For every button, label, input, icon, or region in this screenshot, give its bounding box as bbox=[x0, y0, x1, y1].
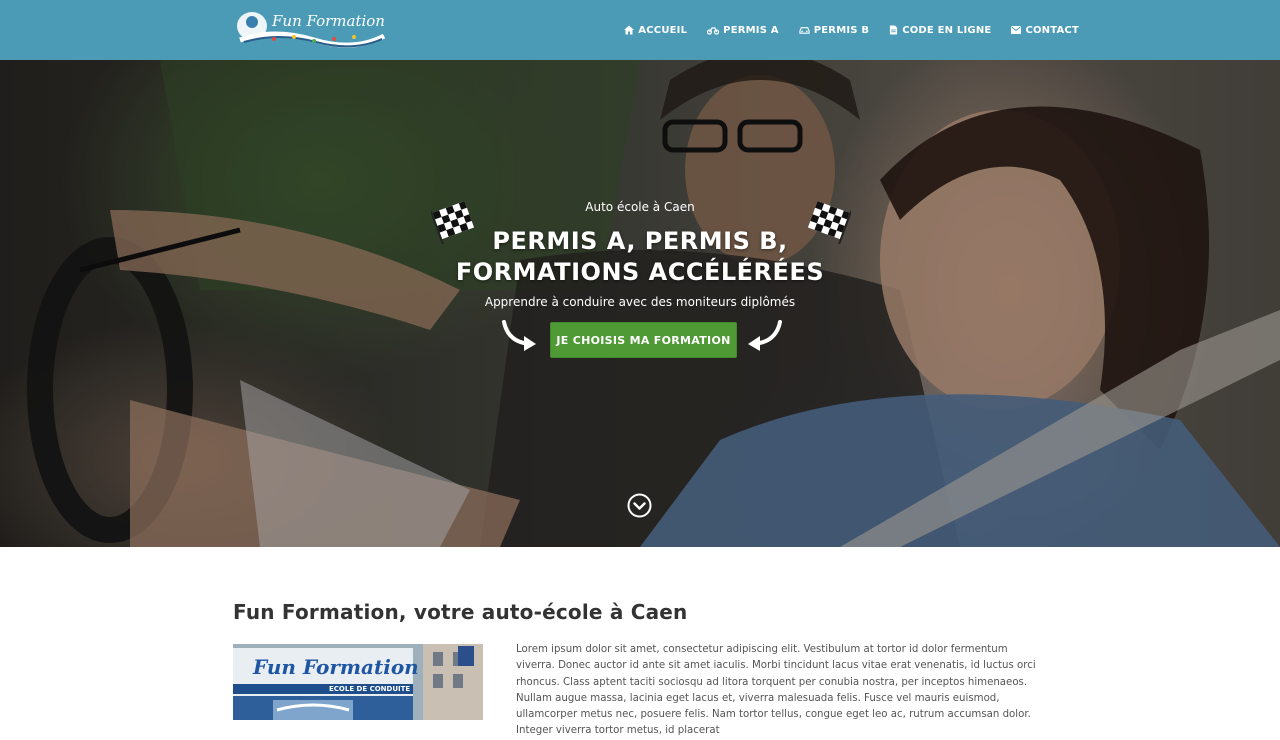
nav-item-code-en-ligne[interactable]: CODE EN LIGNE bbox=[889, 25, 991, 36]
nav-item-accueil[interactable]: ACCUEIL bbox=[624, 25, 687, 36]
nav-item-permis-b[interactable]: PERMIS B bbox=[799, 25, 869, 36]
intro-paragraph: Lorem ipsum dolor sit amet, consectetur … bbox=[516, 644, 1036, 737]
hero-eyebrow: Auto école à Caen bbox=[585, 200, 695, 214]
svg-text:Fun Formation: Fun Formation bbox=[271, 12, 385, 30]
envelope-icon bbox=[1011, 26, 1022, 34]
main-nav: ACCUEIL PERMIS A PERMIS B CODE EN LIGNE … bbox=[624, 0, 1079, 60]
document-icon bbox=[890, 25, 898, 35]
nav-label: PERMIS A bbox=[723, 24, 779, 36]
fun-formation-logo[interactable]: Fun Formation bbox=[234, 6, 386, 50]
car-icon bbox=[799, 27, 810, 34]
hero-banner: Auto école à Caen PERMIS A, PERMIS B, FO… bbox=[0, 60, 1280, 547]
svg-text:Fun Formation: Fun Formation bbox=[252, 655, 419, 679]
nav-label: ACCUEIL bbox=[638, 24, 688, 36]
hero-title: PERMIS A, PERMIS B, FORMATIONS ACCÉLÉRÉE… bbox=[0, 226, 1280, 288]
storefront-photo: Fun Formation ECOLE DE CONDUITE bbox=[233, 644, 483, 720]
nav-item-permis-a[interactable]: PERMIS A bbox=[707, 25, 779, 36]
choose-formation-button[interactable]: JE CHOISIS MA FORMATION bbox=[550, 322, 737, 358]
home-icon bbox=[624, 25, 635, 35]
chevron-down-circle-icon[interactable] bbox=[627, 493, 652, 518]
motorcycle-icon bbox=[707, 27, 720, 35]
nav-label: CODE EN LIGNE bbox=[902, 24, 992, 36]
storefront-image: Fun Formation ECOLE DE CONDUITE bbox=[233, 644, 483, 720]
svg-text:ECOLE DE CONDUITE: ECOLE DE CONDUITE bbox=[329, 685, 410, 693]
hero-title-line: PERMIS A, PERMIS B, bbox=[492, 227, 788, 255]
hero-subtitle: Apprendre à conduire avec des moniteurs … bbox=[484, 295, 796, 309]
curved-arrow-icon bbox=[748, 320, 782, 351]
hero-title-line: FORMATIONS ACCÉLÉRÉES bbox=[455, 258, 825, 286]
site-header: Fun Formation ACCUEIL PERMIS A PERMIS B … bbox=[0, 0, 1280, 60]
curved-arrow-icon bbox=[502, 320, 536, 351]
section-title: Fun Formation, votre auto-école à Caen bbox=[233, 600, 688, 624]
nav-label: PERMIS B bbox=[813, 24, 870, 36]
nav-item-contact[interactable]: CONTACT bbox=[1011, 25, 1079, 36]
nav-label: CONTACT bbox=[1025, 24, 1079, 36]
